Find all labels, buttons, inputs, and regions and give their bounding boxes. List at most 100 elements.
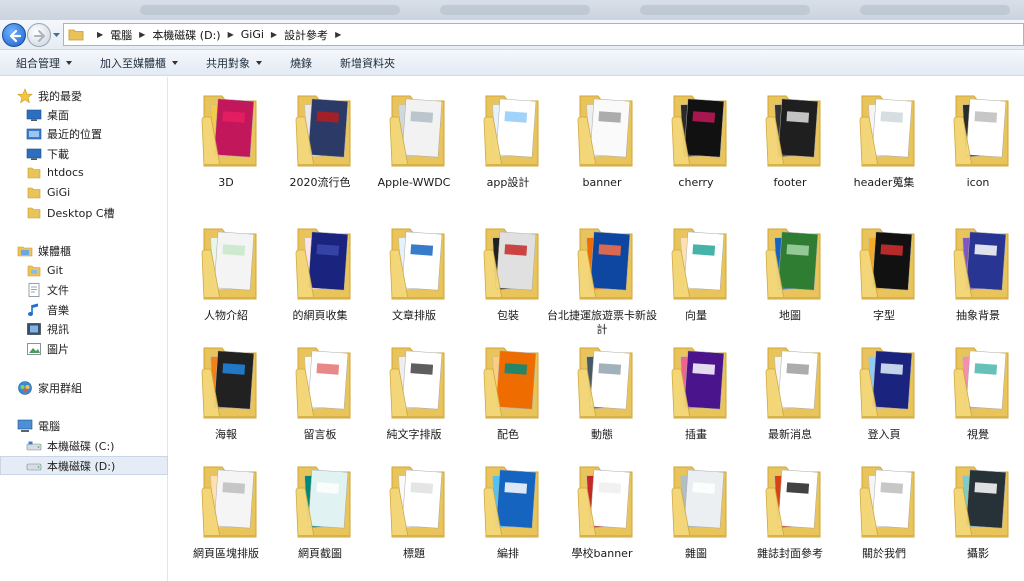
folder-item[interactable]: 人物介紹 <box>181 215 271 325</box>
folder-item[interactable]: 學校banner <box>557 453 647 563</box>
folder-item[interactable]: 雜誌封面參考 <box>745 453 835 563</box>
pictures-icon <box>27 342 41 355</box>
nav-desktop-c[interactable]: Desktop C槽 <box>0 203 168 222</box>
folder-item[interactable]: 向量 <box>651 215 741 325</box>
folder-item[interactable]: 抽象背景 <box>933 215 1023 325</box>
folder-item[interactable]: 台北捷運旅遊票卡新設計 <box>547 215 657 336</box>
folder-item[interactable]: 地圖 <box>745 215 835 325</box>
folder-item[interactable]: 編排 <box>463 453 553 563</box>
folder-icon <box>953 466 1009 538</box>
folder-item[interactable]: 雜圖 <box>651 453 741 563</box>
add-to-library-label: 加入至媒體櫃 <box>100 56 166 70</box>
nav-documents[interactable]: 文件 <box>0 280 168 299</box>
folder-item[interactable]: 的網頁收集 <box>275 215 365 325</box>
breadcrumb-computer[interactable]: 電腦 <box>110 27 132 43</box>
nav-git[interactable]: Git <box>0 261 168 280</box>
folder-item[interactable]: 純文字排版 <box>369 334 459 444</box>
folder-item[interactable]: header蒐集 <box>839 82 929 192</box>
chevron-right-icon[interactable]: ▶ <box>139 30 145 39</box>
chevron-right-icon[interactable]: ▶ <box>97 30 103 39</box>
chevron-right-icon[interactable]: ▶ <box>228 30 234 39</box>
nav-videos[interactable]: 視訊 <box>0 319 168 338</box>
address-bar[interactable]: ▶ 電腦 ▶ 本機磁碟 (D:) ▶ GiGi ▶ 設計參考 ▶ <box>63 23 1024 46</box>
folder-item[interactable]: 插畫 <box>651 334 741 444</box>
folder-item[interactable]: 海報 <box>181 334 271 444</box>
chevron-right-icon[interactable]: ▶ <box>335 30 341 39</box>
folder-item[interactable]: 包裝 <box>463 215 553 325</box>
folder-item[interactable]: 登入頁 <box>839 334 929 444</box>
folder-icon <box>859 95 915 167</box>
folder-icon <box>27 207 41 218</box>
folder-item[interactable]: 關於我們 <box>839 453 929 563</box>
folder-item[interactable]: Apple-WWDC <box>369 82 459 192</box>
nav-homegroup[interactable]: 家用群組 <box>0 378 168 397</box>
folder-icon <box>577 95 633 167</box>
folder-icon <box>389 466 445 538</box>
history-dropdown-icon[interactable] <box>52 30 61 39</box>
folder-item[interactable]: banner <box>557 82 647 192</box>
folder-icon <box>859 228 915 300</box>
blurred-tab <box>140 5 400 15</box>
nav-downloads[interactable]: 下載 <box>0 144 168 163</box>
nav-computer[interactable]: 電腦 <box>0 416 168 435</box>
video-icon <box>27 322 41 335</box>
organize-button[interactable]: 組合管理 <box>16 55 72 71</box>
add-to-library-button[interactable]: 加入至媒體櫃 <box>100 55 178 71</box>
nav-libraries[interactable]: 媒體櫃 <box>0 241 168 260</box>
folder-item[interactable]: 攝影 <box>933 453 1023 563</box>
folder-item[interactable]: icon <box>933 82 1023 192</box>
folder-icon <box>295 228 351 300</box>
folder-icon <box>859 347 915 419</box>
breadcrumb-drive-d[interactable]: 本機磁碟 (D:) <box>152 27 220 43</box>
forward-button[interactable] <box>27 23 51 47</box>
folder-item[interactable]: footer <box>745 82 835 192</box>
folder-item[interactable]: 文章排版 <box>369 215 459 325</box>
nav-drive-d[interactable]: 本機磁碟 (D:) <box>0 456 168 475</box>
folder-item[interactable]: 2020流行色 <box>275 82 365 192</box>
folder-icon <box>201 95 257 167</box>
folder-item[interactable]: 3D <box>181 82 271 192</box>
folder-icon <box>671 95 727 167</box>
nav-htdocs[interactable]: htdocs <box>0 163 168 182</box>
nav-desktop-label: 桌面 <box>47 108 69 122</box>
chevron-right-icon[interactable]: ▶ <box>271 30 277 39</box>
folder-item[interactable]: 配色 <box>463 334 553 444</box>
folder-item[interactable]: 標題 <box>369 453 459 563</box>
nav-git-label: Git <box>47 264 63 277</box>
nav-desktop[interactable]: 桌面 <box>0 105 168 124</box>
breadcrumb-design-reference[interactable]: 設計參考 <box>284 27 328 43</box>
drive-icon <box>26 463 42 470</box>
nav-pictures-label: 圖片 <box>47 342 69 356</box>
folder-item[interactable]: 最新消息 <box>745 334 835 444</box>
folder-item[interactable]: 網頁區塊排版 <box>181 453 271 563</box>
folder-icon <box>577 347 633 419</box>
blurred-tab <box>440 5 590 15</box>
folder-item[interactable]: 字型 <box>839 215 929 325</box>
nav-pictures[interactable]: 圖片 <box>0 339 168 358</box>
breadcrumb-gigi[interactable]: GiGi <box>241 28 264 41</box>
new-folder-button[interactable]: 新增資料夾 <box>340 55 395 71</box>
back-button[interactable] <box>2 23 26 47</box>
folder-icon <box>389 95 445 167</box>
nav-downloads-label: 下載 <box>47 147 69 161</box>
folder-name: 攝影 <box>967 547 989 560</box>
folder-item[interactable]: cherry <box>651 82 741 192</box>
folder-item[interactable]: 留言板 <box>275 334 365 444</box>
nav-recent-places[interactable]: 最近的位置 <box>0 124 168 143</box>
folder-item[interactable]: app設計 <box>463 82 553 192</box>
folder-icon <box>295 95 351 167</box>
folder-item[interactable]: 動態 <box>557 334 647 444</box>
command-bar: 組合管理 加入至媒體櫃 共用對象 燒錄 新增資料夾 <box>0 50 1024 76</box>
nav-gigi[interactable]: GiGi <box>0 183 168 202</box>
folder-icon <box>953 347 1009 419</box>
share-with-button[interactable]: 共用對象 <box>206 55 262 71</box>
folder-icon <box>483 466 539 538</box>
burn-button[interactable]: 燒錄 <box>290 55 312 71</box>
folder-item[interactable]: 網頁截圖 <box>275 453 365 563</box>
recent-places-icon <box>26 128 42 139</box>
nav-music[interactable]: 音樂 <box>0 300 168 319</box>
folder-item[interactable]: 視覺 <box>933 334 1023 444</box>
library-folder-icon <box>27 265 41 276</box>
nav-drive-c[interactable]: 本機磁碟 (C:) <box>0 436 168 455</box>
nav-favorites[interactable]: 我的最愛 <box>0 86 168 105</box>
